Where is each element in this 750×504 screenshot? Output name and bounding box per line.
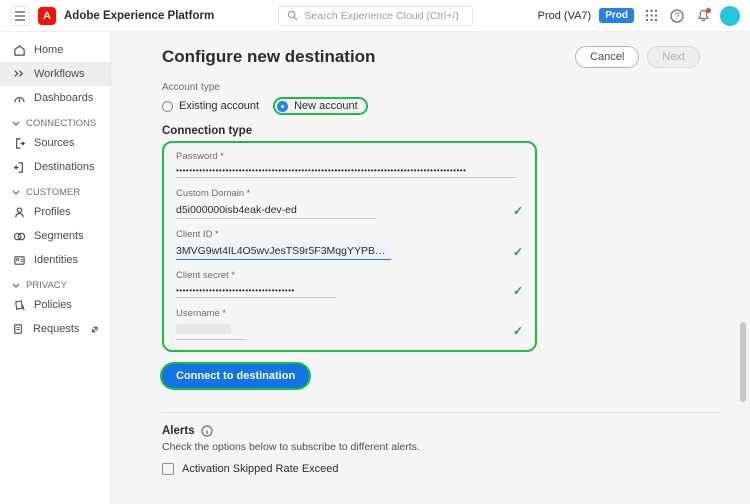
- radio-label: Existing account: [179, 100, 259, 112]
- sidebar-item-sources[interactable]: Sources: [0, 131, 111, 155]
- check-icon: ✓: [513, 245, 523, 259]
- sidebar: Home Workflows Dashboards Connections So…: [0, 32, 112, 504]
- password-input[interactable]: ••••••••••••••••••••••••••••••••••••••••…: [176, 165, 516, 178]
- connection-form: Password •••••••••••••••••••••••••••••••…: [162, 141, 537, 352]
- sidebar-item-label: Sources: [34, 137, 74, 149]
- sidebar-item-label: Requests: [33, 323, 79, 335]
- sidebar-section-customer[interactable]: Customer: [0, 179, 111, 200]
- sidebar-item-label: Policies: [34, 299, 72, 311]
- checkbox-label: Activation Skipped Rate Exceed: [182, 463, 339, 475]
- bell-icon[interactable]: [694, 7, 712, 25]
- check-icon: ✓: [513, 204, 523, 218]
- sidebar-section-connections[interactable]: Connections: [0, 110, 111, 131]
- field-label: Custom Domain: [176, 188, 523, 199]
- app-title: Adobe Experience Platform: [64, 10, 214, 22]
- sources-icon: [12, 136, 26, 150]
- username-input[interactable]: [176, 322, 246, 340]
- info-icon[interactable]: [201, 425, 213, 437]
- client-secret-input[interactable]: ••••••••••••••••••••••••••••••••••••: [176, 285, 336, 298]
- field-client-secret: Client secret ••••••••••••••••••••••••••…: [176, 270, 523, 298]
- field-client-id: Client ID 3MVG9wt4IL4O5wvJesTS9r5F3MqgYY…: [176, 229, 523, 260]
- sidebar-item-label: Profiles: [34, 206, 71, 218]
- segments-icon: [12, 229, 26, 243]
- sidebar-item-label: Segments: [34, 230, 84, 242]
- sidebar-item-policies[interactable]: Policies: [0, 293, 111, 317]
- alerts-heading: Alerts: [162, 425, 700, 437]
- policies-icon: [12, 298, 26, 312]
- radio-unselected-icon: [162, 101, 173, 112]
- cancel-button[interactable]: Cancel: [575, 46, 639, 68]
- client-id-input[interactable]: 3MVG9wt4IL4O5wvJesTS9r5F3MqgYYPBmNog0prL…: [176, 243, 391, 260]
- destinations-icon: [12, 160, 26, 174]
- sidebar-item-home[interactable]: Home: [0, 38, 111, 62]
- avatar[interactable]: [720, 6, 740, 26]
- identities-icon: [12, 253, 26, 267]
- chevron-down-icon: [12, 189, 20, 197]
- sidebar-item-label: Workflows: [34, 68, 85, 80]
- sidebar-section-privacy[interactable]: Privacy: [0, 272, 111, 293]
- sidebar-item-label: Dashboards: [34, 92, 93, 104]
- redacted-value: [176, 324, 231, 334]
- home-icon: [12, 43, 26, 57]
- sidebar-item-dashboards[interactable]: Dashboards: [0, 86, 111, 110]
- chevron-down-icon: [12, 120, 20, 128]
- sidebar-item-requests[interactable]: Requests: [0, 317, 111, 341]
- profiles-icon: [12, 205, 26, 219]
- search-input[interactable]: Search Experience Cloud (Ctrl+/): [278, 6, 473, 26]
- radio-selected-icon: [277, 101, 288, 112]
- main-content: Configure new destination Cancel Next Ac…: [112, 32, 750, 504]
- environment-label: Prod (VA7): [538, 10, 592, 22]
- sidebar-item-identities[interactable]: Identities: [0, 248, 111, 272]
- check-icon: ✓: [513, 324, 523, 338]
- sidebar-item-label: Destinations: [34, 161, 95, 173]
- radio-label: New account: [294, 100, 358, 112]
- search-icon: [287, 10, 298, 21]
- requests-icon: [12, 322, 25, 336]
- help-icon[interactable]: ?: [668, 7, 686, 25]
- sidebar-item-label: Home: [34, 44, 63, 56]
- notification-dot-icon: [706, 8, 711, 13]
- field-label: Username: [176, 308, 523, 319]
- menu-icon[interactable]: [10, 6, 30, 26]
- alert-checkbox-activation-skipped[interactable]: Activation Skipped Rate Exceed: [162, 463, 700, 475]
- search-placeholder: Search Experience Cloud (Ctrl+/): [304, 10, 458, 22]
- chevron-down-icon: [12, 282, 20, 290]
- workflows-icon: [12, 67, 26, 81]
- account-type-label: Account type: [162, 82, 700, 93]
- sidebar-item-profiles[interactable]: Profiles: [0, 200, 111, 224]
- field-custom-domain: Custom Domain d5i000000isb4eak-dev-ed ✓: [176, 188, 523, 219]
- radio-new-account[interactable]: New account: [273, 97, 368, 115]
- field-label: Client ID: [176, 229, 523, 240]
- adobe-logo-icon: A: [38, 7, 56, 25]
- field-username: Username ✓: [176, 308, 523, 340]
- next-button[interactable]: Next: [647, 46, 700, 68]
- sidebar-item-segments[interactable]: Segments: [0, 224, 111, 248]
- connection-type-heading: Connection type: [162, 125, 700, 137]
- connect-to-destination-button[interactable]: Connect to destination: [162, 364, 309, 388]
- field-label: Client secret: [176, 270, 523, 281]
- app-header: A Adobe Experience Platform Search Exper…: [0, 0, 750, 32]
- apps-icon[interactable]: [642, 7, 660, 25]
- custom-domain-input[interactable]: d5i000000isb4eak-dev-ed: [176, 202, 376, 219]
- checkbox-unchecked-icon: [162, 463, 174, 475]
- sidebar-item-workflows[interactable]: Workflows: [0, 62, 111, 86]
- page-title: Configure new destination: [162, 47, 375, 67]
- alerts-subtitle: Check the options below to subscribe to …: [162, 441, 700, 453]
- divider: [162, 412, 722, 413]
- field-password: Password •••••••••••••••••••••••••••••••…: [176, 151, 523, 178]
- check-icon: ✓: [513, 284, 523, 298]
- account-type-radios: Existing account New account: [162, 97, 700, 115]
- radio-existing-account[interactable]: Existing account: [162, 100, 259, 112]
- sidebar-item-destinations[interactable]: Destinations: [0, 155, 111, 179]
- field-label: Password: [176, 151, 523, 162]
- dashboards-icon: [12, 91, 26, 105]
- svg-text:?: ?: [674, 11, 679, 21]
- external-link-icon: [91, 325, 99, 334]
- sidebar-item-label: Identities: [34, 254, 78, 266]
- environment-badge[interactable]: Prod: [599, 8, 634, 23]
- scrollbar-thumb[interactable]: [740, 322, 746, 402]
